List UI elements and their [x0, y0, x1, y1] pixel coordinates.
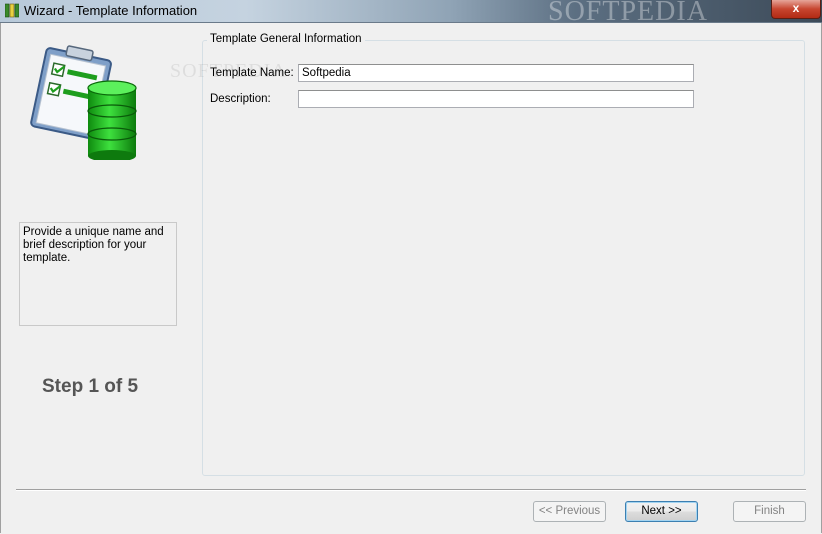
window-title: Wizard - Template Information — [24, 3, 198, 18]
description-input[interactable] — [298, 90, 694, 108]
step-help-text: Provide a unique name and brief descript… — [23, 226, 164, 264]
footer-separator — [16, 489, 806, 491]
step-indicator: Step 1 of 5 — [42, 376, 139, 397]
close-button[interactable]: x — [771, 0, 821, 19]
app-icon — [5, 3, 19, 18]
previous-button[interactable]: << Previous — [533, 501, 606, 522]
finish-button[interactable]: Finish — [733, 501, 806, 522]
title-bar[interactable]: Wizard - Template Information SOFTPEDIA … — [0, 0, 822, 27]
close-icon: x — [792, 1, 800, 15]
template-name-input[interactable] — [298, 64, 694, 82]
step-help-box: Provide a unique name and brief descript… — [19, 222, 177, 326]
clipboard-database-icon — [30, 45, 137, 160]
group-legend: Template General Information — [207, 33, 365, 45]
template-name-label: Template Name: — [210, 67, 294, 79]
next-button[interactable]: Next >> — [625, 501, 698, 522]
description-label: Description: — [210, 93, 271, 105]
